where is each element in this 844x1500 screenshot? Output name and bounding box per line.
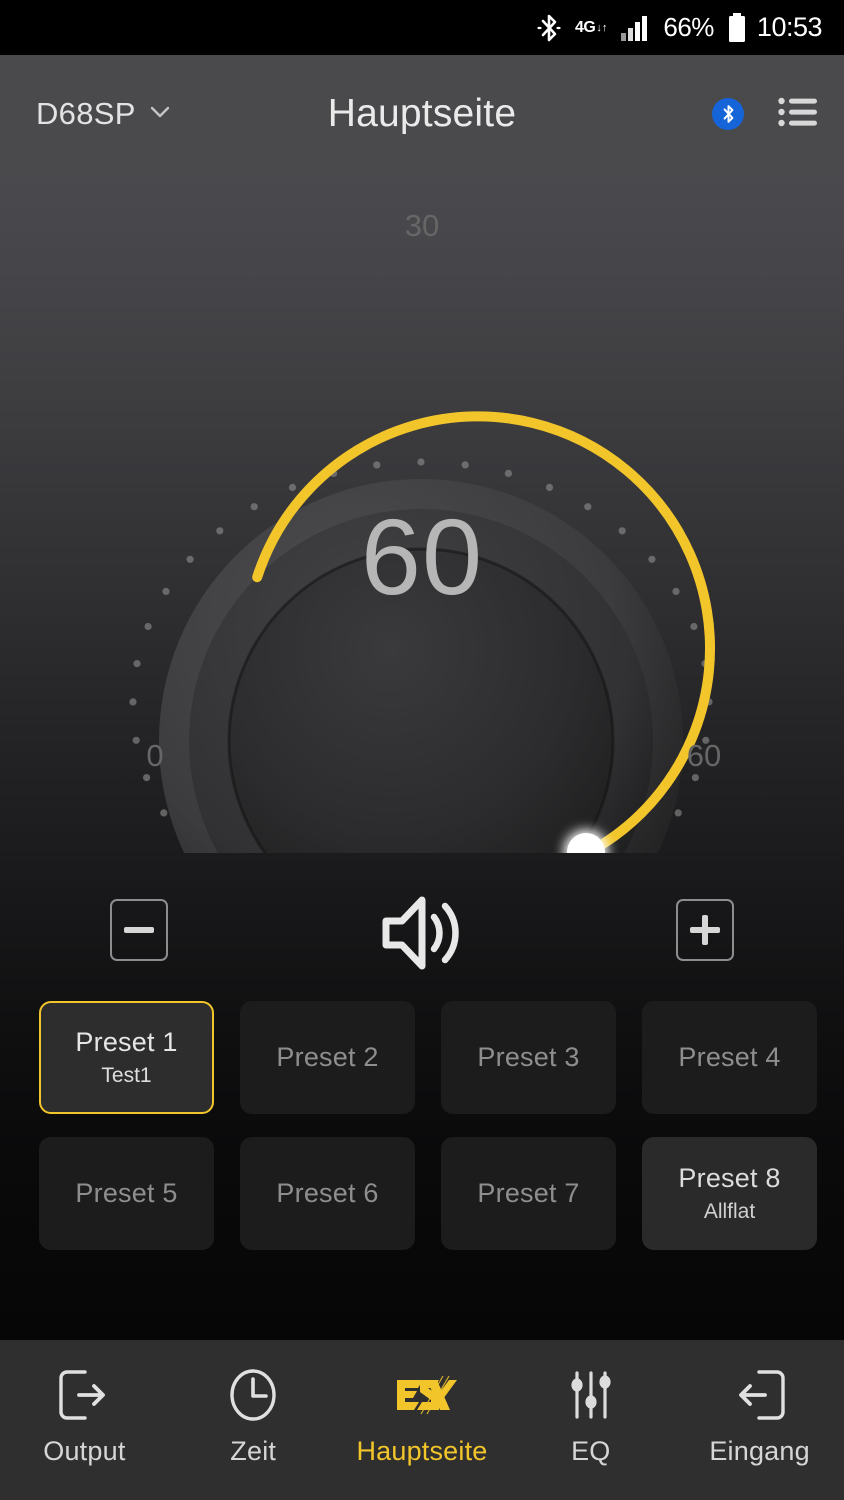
network-type-label: 4G — [575, 18, 596, 36]
volume-increase-button[interactable] — [676, 899, 734, 961]
nav-label: Zeit — [230, 1436, 277, 1466]
preset-sublabel: Allflat — [703, 1200, 756, 1223]
battery-icon — [727, 12, 747, 44]
clock-icon — [218, 1364, 288, 1426]
nav-label: Eingang — [709, 1436, 810, 1466]
network-type-indicator: 4G ↓↑ — [575, 18, 608, 36]
volume-controls — [0, 883, 844, 993]
header-actions — [712, 97, 818, 132]
equalizer-icon — [556, 1364, 626, 1426]
network-arrows-icon: ↓↑ — [596, 21, 608, 34]
preset-name: Preset 5 — [75, 1178, 178, 1208]
battery-percent-label: 66% — [663, 12, 714, 42]
clock-label: 10:53 — [756, 12, 823, 42]
esx-logo-icon — [387, 1364, 457, 1426]
bluetooth-status-button[interactable] — [712, 98, 744, 130]
preset-name: Preset 1 — [75, 1027, 178, 1057]
preset-name: Preset 7 — [477, 1178, 580, 1208]
bottom-navigation: Output Zeit Hauptseite EQ Eingang — [0, 1340, 844, 1500]
preset-button-4[interactable]: Preset 4 — [642, 1001, 817, 1114]
preset-button-8[interactable]: Preset 8 Allflat — [642, 1137, 817, 1250]
preset-name: Preset 6 — [276, 1178, 379, 1208]
list-menu-icon[interactable] — [778, 97, 818, 132]
preset-name: Preset 4 — [678, 1042, 781, 1072]
preset-grid: Preset 1 Test1 Preset 2 Preset 3 Preset … — [0, 1001, 844, 1250]
preset-button-7[interactable]: Preset 7 — [441, 1137, 616, 1250]
arrow-in-box-icon — [725, 1364, 795, 1426]
arrow-out-box-icon — [49, 1364, 119, 1426]
app-header: D68SP Hauptseite — [0, 55, 844, 173]
preset-button-2[interactable]: Preset 2 — [240, 1001, 415, 1114]
nav-item-output[interactable]: Output — [0, 1340, 169, 1500]
volume-dial[interactable]: 60 30 0 60 — [0, 173, 844, 853]
preset-button-6[interactable]: Preset 6 — [240, 1137, 415, 1250]
dial-value-label: 60 — [360, 496, 484, 617]
preset-button-1[interactable]: Preset 1 Test1 — [39, 1001, 214, 1114]
preset-name: Preset 2 — [276, 1042, 379, 1072]
system-status-bar: 4G ↓↑ 66% 10:53 — [0, 0, 844, 55]
dial-scale-min-label: 0 — [146, 738, 164, 773]
preset-name: Preset 8 — [678, 1163, 781, 1193]
nav-item-eingang[interactable]: Eingang — [675, 1340, 844, 1500]
nav-label: Output — [43, 1436, 126, 1466]
app-root: 4G ↓↑ 66% 10:53 D68SP Hauptseite 60 30 0… — [0, 0, 844, 1500]
main-content: 60 30 0 60 Preset 1 Test1 Preset 2 Prese… — [0, 173, 844, 1340]
preset-button-3[interactable]: Preset 3 — [441, 1001, 616, 1114]
nav-item-eq[interactable]: EQ — [506, 1340, 675, 1500]
nav-label: Hauptseite — [356, 1436, 488, 1466]
signal-bars-icon — [620, 14, 650, 42]
dial-scale-mid-label: 30 — [404, 208, 440, 243]
dial-scale-max-label: 60 — [686, 738, 722, 773]
nav-item-hauptseite[interactable]: Hauptseite — [338, 1340, 507, 1500]
bluetooth-icon — [536, 12, 562, 44]
preset-name: Preset 3 — [477, 1042, 580, 1072]
preset-sublabel: Test1 — [101, 1064, 152, 1087]
plus-icon — [690, 915, 720, 945]
nav-item-zeit[interactable]: Zeit — [169, 1340, 338, 1500]
nav-label: EQ — [571, 1436, 611, 1466]
preset-button-5[interactable]: Preset 5 — [39, 1137, 214, 1250]
